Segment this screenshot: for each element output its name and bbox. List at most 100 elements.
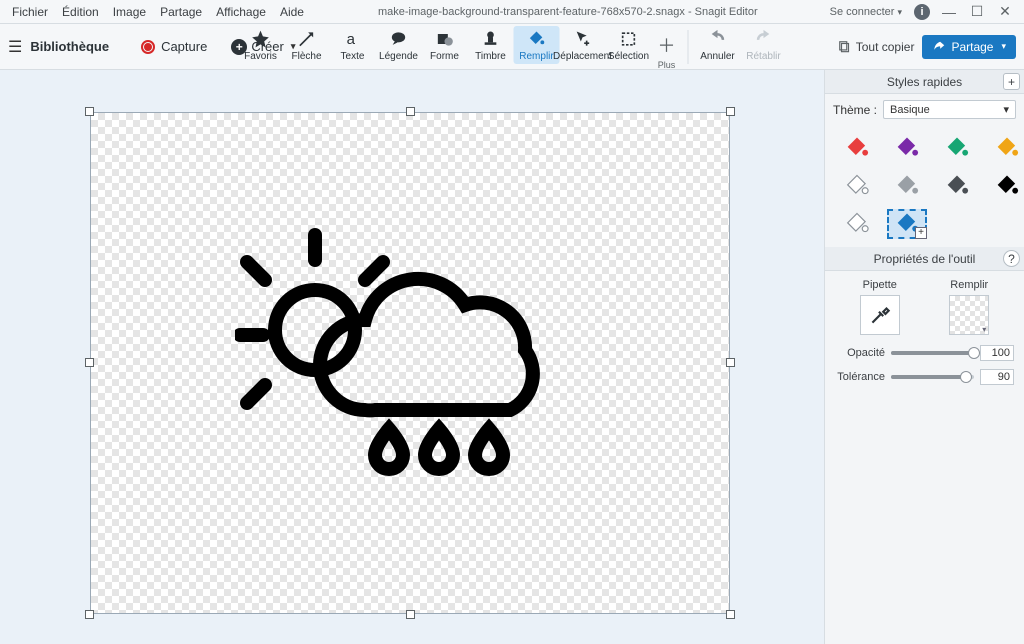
tool-move[interactable]: Déplacement	[560, 26, 606, 64]
help-button[interactable]: ?	[1003, 250, 1020, 267]
style-swatch[interactable]	[837, 133, 877, 163]
selection-handle[interactable]	[85, 107, 94, 116]
style-swatch[interactable]: +	[887, 209, 927, 239]
stamp-icon	[481, 29, 501, 49]
menu-file[interactable]: Fichier	[6, 3, 54, 21]
tolerance-value[interactable]: 90	[980, 369, 1014, 385]
text-icon: a	[343, 29, 363, 49]
style-swatch[interactable]	[887, 133, 927, 163]
styles-title: Styles rapides	[887, 75, 962, 89]
move-icon	[573, 29, 593, 49]
selection-handle[interactable]	[406, 107, 415, 116]
selection-handle[interactable]	[726, 358, 735, 367]
window-close[interactable]: ✕	[996, 3, 1014, 20]
fill-icon	[527, 29, 547, 49]
menu-bar: Fichier Édition Image Partage Affichage …	[0, 3, 316, 21]
share-label: Partage	[951, 40, 993, 54]
tool-more-label: Plus	[658, 60, 676, 70]
shape-icon	[435, 29, 455, 49]
tool-arrow[interactable]: Flèche	[284, 26, 330, 64]
tool-props-title: Propriétés de l'outil	[874, 252, 976, 266]
theme-label: Thème :	[833, 103, 877, 117]
plus-icon: ＋	[658, 32, 676, 58]
tool-stamp[interactable]: Timbre	[468, 26, 514, 64]
fill-color-swatch[interactable]: ▾	[949, 295, 989, 335]
info-icon[interactable]: i	[914, 4, 930, 20]
selection-handle[interactable]	[726, 610, 735, 619]
window-minimize[interactable]: —	[940, 4, 958, 20]
tool-arrow-label: Flèche	[291, 51, 321, 62]
selection-handle[interactable]	[85, 358, 94, 367]
pipette-button[interactable]	[860, 295, 900, 335]
redo-icon	[754, 29, 774, 49]
style-swatch[interactable]	[937, 133, 977, 163]
redo-button[interactable]: Rétablir	[741, 26, 787, 64]
tool-selection[interactable]: Sélection	[606, 26, 652, 64]
canvas-area[interactable]	[0, 70, 824, 644]
opacity-slider[interactable]	[891, 351, 974, 355]
redo-label: Rétablir	[746, 51, 780, 62]
opacity-label: Opacité	[835, 347, 885, 359]
document-title: make-image-background-transparent-featur…	[316, 6, 820, 18]
star-icon	[251, 29, 271, 49]
tool-tray: Favoris Flèche a Texte Légende Forme Tim…	[238, 24, 787, 69]
style-swatch[interactable]	[837, 171, 877, 201]
share-icon	[932, 40, 946, 54]
chevron-down-icon: ▾	[982, 325, 986, 334]
tool-selection-label: Sélection	[608, 51, 649, 62]
tool-text[interactable]: a Texte	[330, 26, 376, 64]
tool-stamp-label: Timbre	[475, 51, 506, 62]
theme-select[interactable]: Basique ▾	[883, 100, 1016, 119]
tool-move-label: Déplacement	[553, 51, 612, 62]
tool-callout[interactable]: Légende	[376, 26, 422, 64]
undo-button[interactable]: Annuler	[695, 26, 741, 64]
selection-handle[interactable]	[406, 610, 415, 619]
style-swatch[interactable]	[987, 171, 1024, 201]
style-swatch[interactable]	[937, 171, 977, 201]
menu-share[interactable]: Partage	[154, 3, 208, 21]
add-style-button[interactable]: +	[1003, 73, 1020, 90]
menu-image[interactable]: Image	[107, 3, 152, 21]
toolbar-divider	[688, 30, 689, 64]
selection-handle[interactable]	[726, 107, 735, 116]
style-swatch[interactable]	[887, 171, 927, 201]
svg-text:a: a	[347, 31, 356, 48]
tool-shape-label: Forme	[430, 51, 459, 62]
pipette-label: Pipette	[863, 279, 897, 291]
style-swatch[interactable]	[987, 133, 1024, 163]
callout-icon	[389, 29, 409, 49]
tool-shape[interactable]: Forme	[422, 26, 468, 64]
tool-favorites[interactable]: Favoris	[238, 26, 284, 64]
copy-icon	[838, 40, 852, 54]
undo-label: Annuler	[700, 51, 734, 62]
tool-fill-label: Remplir	[519, 51, 553, 62]
tolerance-slider[interactable]	[891, 375, 974, 379]
tool-callout-label: Légende	[379, 51, 418, 62]
capture-button[interactable]: Capture	[141, 39, 207, 54]
right-panel: Styles rapides + Thème : Basique ▾ + Pro…	[824, 70, 1024, 644]
selection-icon	[619, 29, 639, 49]
tool-props-header: Propriétés de l'outil ?	[825, 247, 1024, 271]
style-swatch-grid: +	[825, 125, 1024, 247]
hamburger-icon[interactable]: ☰	[8, 37, 22, 57]
chevron-down-icon: ▾	[1003, 103, 1009, 116]
tool-more[interactable]: ＋ Plus	[652, 26, 682, 70]
undo-icon	[708, 29, 728, 49]
tool-favorites-label: Favoris	[244, 51, 277, 62]
record-icon	[141, 40, 155, 54]
library-button[interactable]: Bibliothèque	[30, 39, 109, 54]
signin-link[interactable]: Se connecter	[830, 6, 902, 18]
opacity-value[interactable]: 100	[980, 345, 1014, 361]
selection-handle[interactable]	[85, 610, 94, 619]
eyedropper-icon	[867, 302, 893, 328]
menu-help[interactable]: Aide	[274, 3, 310, 21]
copy-all-label: Tout copier	[856, 40, 915, 54]
window-maximize[interactable]: ☐	[968, 3, 986, 20]
fill-label: Remplir	[950, 279, 988, 291]
menu-view[interactable]: Affichage	[210, 3, 272, 21]
share-button[interactable]: Partage	[922, 35, 1016, 59]
style-swatch[interactable]	[837, 209, 877, 239]
copy-all-button[interactable]: Tout copier	[838, 40, 915, 54]
menu-edit[interactable]: Édition	[56, 3, 105, 21]
weather-sun-cloud-rain-icon	[235, 220, 555, 500]
